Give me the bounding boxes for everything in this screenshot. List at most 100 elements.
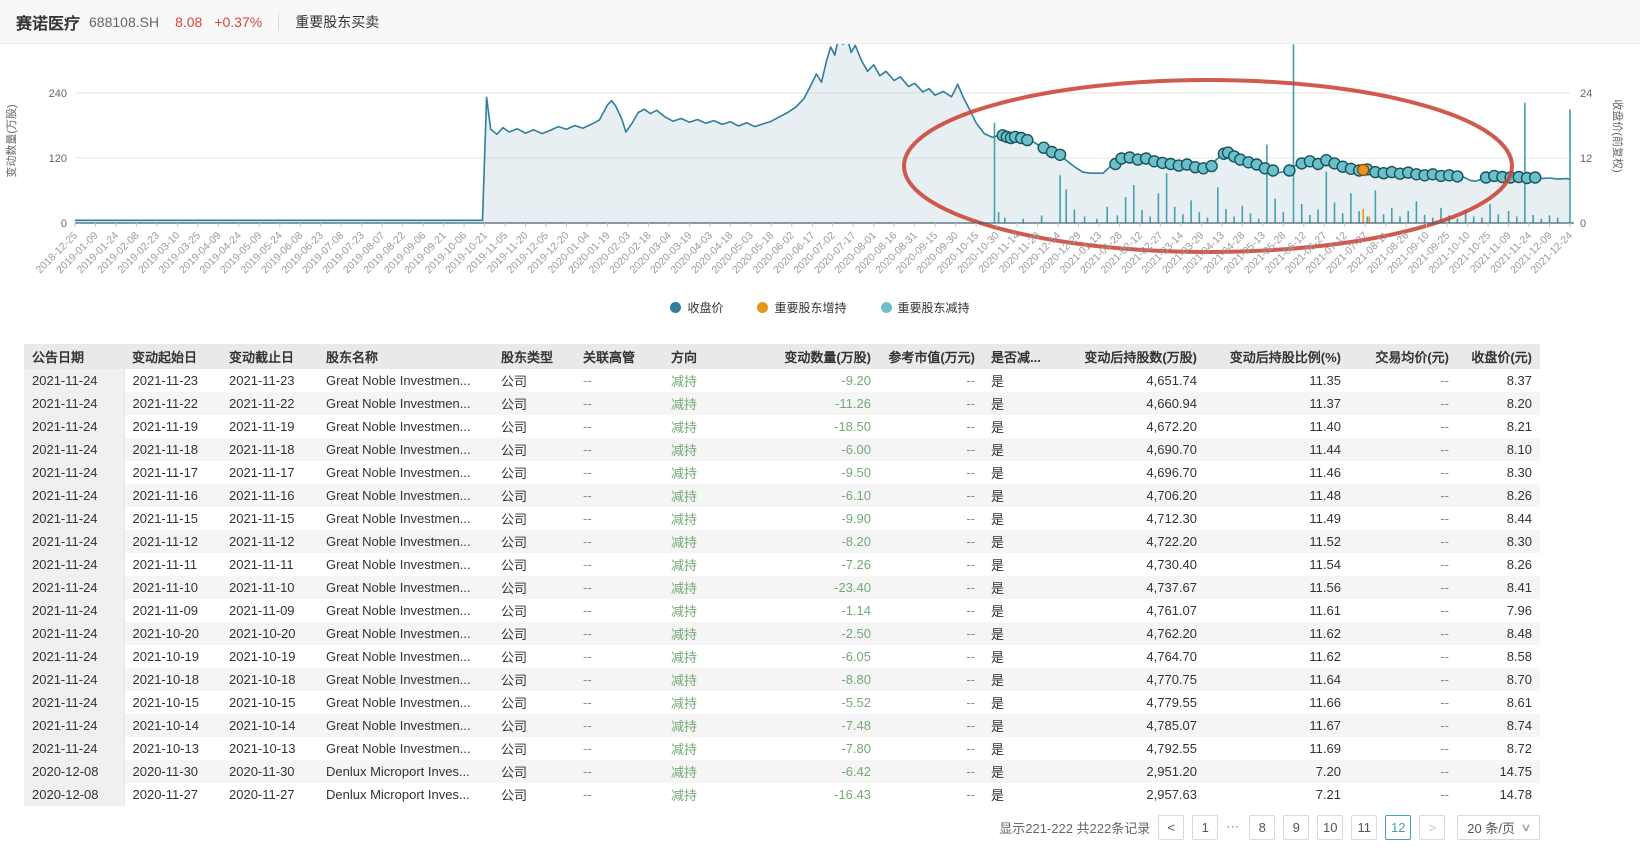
next-page-button[interactable]: > bbox=[1419, 815, 1445, 840]
cell-change-amount: -8.20 bbox=[763, 530, 879, 553]
holder-trading-table: 公告日期变动起始日变动截止日股东名称股东类型关联高管方向变动数量(万股)参考市值… bbox=[24, 344, 1540, 806]
cell-shares-after-change: 4,737.67 bbox=[1059, 576, 1205, 599]
page-button-9[interactable]: 9 bbox=[1283, 815, 1309, 840]
holder-trading-chart: 2018-12-252019-01-092019-01-242019-02-08… bbox=[0, 44, 1640, 294]
cell-close-price: 8.21 bbox=[1457, 415, 1540, 438]
cell-change-start-date: 2021-10-18 bbox=[124, 668, 221, 691]
cell-shares-after-change: 4,712.30 bbox=[1059, 507, 1205, 530]
cell-ref-market-value: -- bbox=[879, 484, 983, 507]
cell-change-end-date: 2021-11-16 bbox=[221, 484, 318, 507]
cell-ratio-after-change: 11.37 bbox=[1205, 392, 1349, 415]
page-size-select[interactable]: 20 条/页 ∨ bbox=[1457, 815, 1540, 840]
cell-holder-type: 公司 bbox=[493, 461, 575, 484]
cell-is-reduction: 是 bbox=[983, 737, 1059, 760]
table-row: 2021-11-242021-10-132021-10-13Great Nobl… bbox=[24, 737, 1540, 760]
cell-change-end-date: 2021-10-14 bbox=[221, 714, 318, 737]
cell-change-amount: -1.14 bbox=[763, 599, 879, 622]
page-button-1[interactable]: 1 bbox=[1192, 815, 1218, 840]
svg-text:收盘价(前复权): 收盘价(前复权) bbox=[1611, 99, 1625, 172]
chart-legend: 收盘价 重要股东增持 重要股东减持 bbox=[0, 294, 1640, 320]
cell-related-exec: -- bbox=[575, 507, 663, 530]
table-row: 2021-11-242021-11-192021-11-19Great Nobl… bbox=[24, 415, 1540, 438]
cell-shares-after-change: 4,651.74 bbox=[1059, 369, 1205, 392]
cell-change-end-date: 2020-11-27 bbox=[221, 783, 318, 806]
cell-is-reduction: 是 bbox=[983, 507, 1059, 530]
cell-related-exec: -- bbox=[575, 737, 663, 760]
cell-direction: 减持 bbox=[663, 576, 763, 599]
table-row: 2021-11-242021-11-112021-11-11Great Nobl… bbox=[24, 553, 1540, 576]
column-header-change-amount: 变动数量(万股) bbox=[763, 344, 879, 369]
cell-ratio-after-change: 11.35 bbox=[1205, 369, 1349, 392]
stock-price: 8.08 bbox=[175, 14, 202, 30]
legend-dot-icon bbox=[757, 302, 768, 313]
cell-announce-date: 2021-11-24 bbox=[24, 622, 124, 645]
cell-holder-name: Great Noble Investmen... bbox=[318, 668, 493, 691]
cell-change-amount: -16.43 bbox=[763, 783, 879, 806]
cell-avg-trade-price: -- bbox=[1349, 392, 1457, 415]
cell-close-price: 14.75 bbox=[1457, 760, 1540, 783]
cell-avg-trade-price: -- bbox=[1349, 530, 1457, 553]
cell-close-price: 8.61 bbox=[1457, 691, 1540, 714]
column-header-holder-name: 股东名称 bbox=[318, 344, 493, 369]
cell-avg-trade-price: -- bbox=[1349, 507, 1457, 530]
cell-avg-trade-price: -- bbox=[1349, 645, 1457, 668]
cell-change-amount: -8.80 bbox=[763, 668, 879, 691]
cell-related-exec: -- bbox=[575, 484, 663, 507]
cell-change-amount: -7.26 bbox=[763, 553, 879, 576]
cell-holder-type: 公司 bbox=[493, 484, 575, 507]
cell-holder-type: 公司 bbox=[493, 714, 575, 737]
legend-item-holder-reduce[interactable]: 重要股东减持 bbox=[881, 299, 970, 316]
legend-item-holder-increase[interactable]: 重要股东增持 bbox=[757, 299, 846, 316]
legend-item-close-price[interactable]: 收盘价 bbox=[670, 299, 723, 316]
table-row: 2021-11-242021-10-192021-10-19Great Nobl… bbox=[24, 645, 1540, 668]
cell-announce-date: 2021-11-24 bbox=[24, 507, 124, 530]
cell-announce-date: 2021-11-24 bbox=[24, 530, 124, 553]
cell-close-price: 8.10 bbox=[1457, 438, 1540, 461]
cell-shares-after-change: 4,779.55 bbox=[1059, 691, 1205, 714]
cell-holder-name: Great Noble Investmen... bbox=[318, 507, 493, 530]
prev-page-button[interactable]: < bbox=[1158, 815, 1184, 840]
cell-holder-name: Great Noble Investmen... bbox=[318, 691, 493, 714]
cell-ref-market-value: -- bbox=[879, 415, 983, 438]
cell-announce-date: 2021-11-24 bbox=[24, 553, 124, 576]
cell-is-reduction: 是 bbox=[983, 645, 1059, 668]
page-button-10[interactable]: 10 bbox=[1317, 815, 1343, 840]
cell-change-end-date: 2021-11-22 bbox=[221, 392, 318, 415]
cell-direction: 减持 bbox=[663, 691, 763, 714]
tab-important-holder-trading[interactable]: 重要股东买卖 bbox=[295, 12, 379, 32]
cell-holder-type: 公司 bbox=[493, 691, 575, 714]
cell-holder-name: Great Noble Investmen... bbox=[318, 576, 493, 599]
cell-holder-type: 公司 bbox=[493, 438, 575, 461]
cell-is-reduction: 是 bbox=[983, 576, 1059, 599]
table-row: 2021-11-242021-10-152021-10-15Great Nobl… bbox=[24, 691, 1540, 714]
cell-change-amount: -9.20 bbox=[763, 369, 879, 392]
cell-ref-market-value: -- bbox=[879, 714, 983, 737]
divider bbox=[278, 13, 279, 31]
cell-change-end-date: 2021-11-12 bbox=[221, 530, 318, 553]
legend-label: 重要股东减持 bbox=[898, 299, 970, 316]
cell-ref-market-value: -- bbox=[879, 760, 983, 783]
cell-shares-after-change: 4,672.20 bbox=[1059, 415, 1205, 438]
cell-shares-after-change: 2,957.63 bbox=[1059, 783, 1205, 806]
cell-change-amount: -5.52 bbox=[763, 691, 879, 714]
cell-change-start-date: 2021-11-18 bbox=[124, 438, 221, 461]
page-button-11[interactable]: 11 bbox=[1351, 815, 1377, 840]
cell-related-exec: -- bbox=[575, 783, 663, 806]
legend-label: 收盘价 bbox=[687, 299, 723, 316]
cell-holder-name: Great Noble Investmen... bbox=[318, 599, 493, 622]
cell-change-end-date: 2021-10-18 bbox=[221, 668, 318, 691]
page-button-8[interactable]: 8 bbox=[1249, 815, 1275, 840]
svg-text:120: 120 bbox=[49, 153, 67, 165]
cell-close-price: 8.70 bbox=[1457, 668, 1540, 691]
cell-direction: 减持 bbox=[663, 484, 763, 507]
cell-direction: 减持 bbox=[663, 714, 763, 737]
page-button-12[interactable]: 12 bbox=[1385, 815, 1411, 840]
cell-ratio-after-change: 11.49 bbox=[1205, 507, 1349, 530]
cell-change-start-date: 2021-11-09 bbox=[124, 599, 221, 622]
cell-close-price: 8.30 bbox=[1457, 530, 1540, 553]
cell-avg-trade-price: -- bbox=[1349, 622, 1457, 645]
cell-change-end-date: 2021-11-19 bbox=[221, 415, 318, 438]
cell-announce-date: 2021-11-24 bbox=[24, 599, 124, 622]
cell-shares-after-change: 4,660.94 bbox=[1059, 392, 1205, 415]
table-row: 2021-11-242021-11-172021-11-17Great Nobl… bbox=[24, 461, 1540, 484]
